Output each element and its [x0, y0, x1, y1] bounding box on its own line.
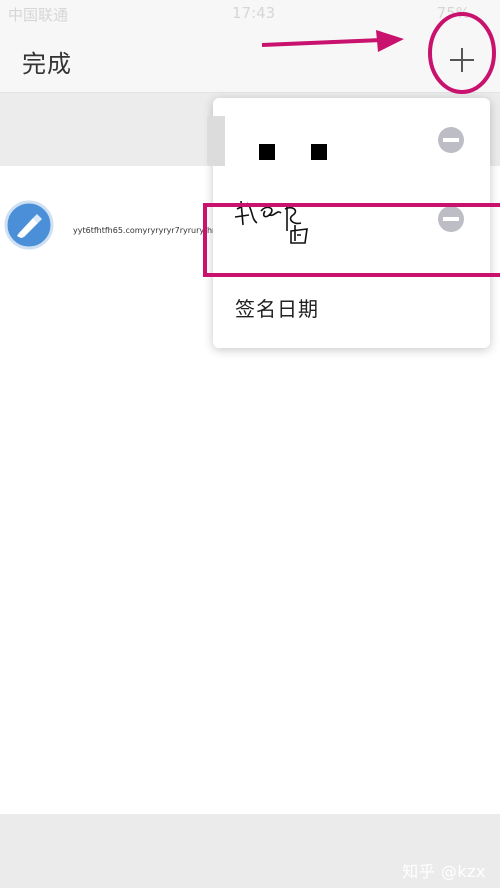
bottom-bar: 知乎 @kzx [0, 814, 500, 888]
document-icon [4, 200, 54, 250]
signature-image [259, 144, 327, 160]
status-bar: 中国联通 17:43 75% [0, 0, 500, 26]
signature-item[interactable] [213, 108, 490, 188]
signature-date-option[interactable]: 签名日期 [235, 293, 319, 322]
done-button[interactable]: 完成 [22, 44, 72, 79]
annotation-highlight-box [203, 203, 500, 277]
annotation-arrow-icon [261, 30, 404, 52]
carrier-label: 中国联通 [8, 6, 69, 24]
remove-icon[interactable] [437, 126, 465, 154]
annotation-circle [428, 12, 496, 94]
watermark: 知乎 @kzx [402, 862, 486, 881]
nav-bar: 完成 [0, 26, 500, 93]
clock-label: 17:43 [232, 4, 276, 22]
